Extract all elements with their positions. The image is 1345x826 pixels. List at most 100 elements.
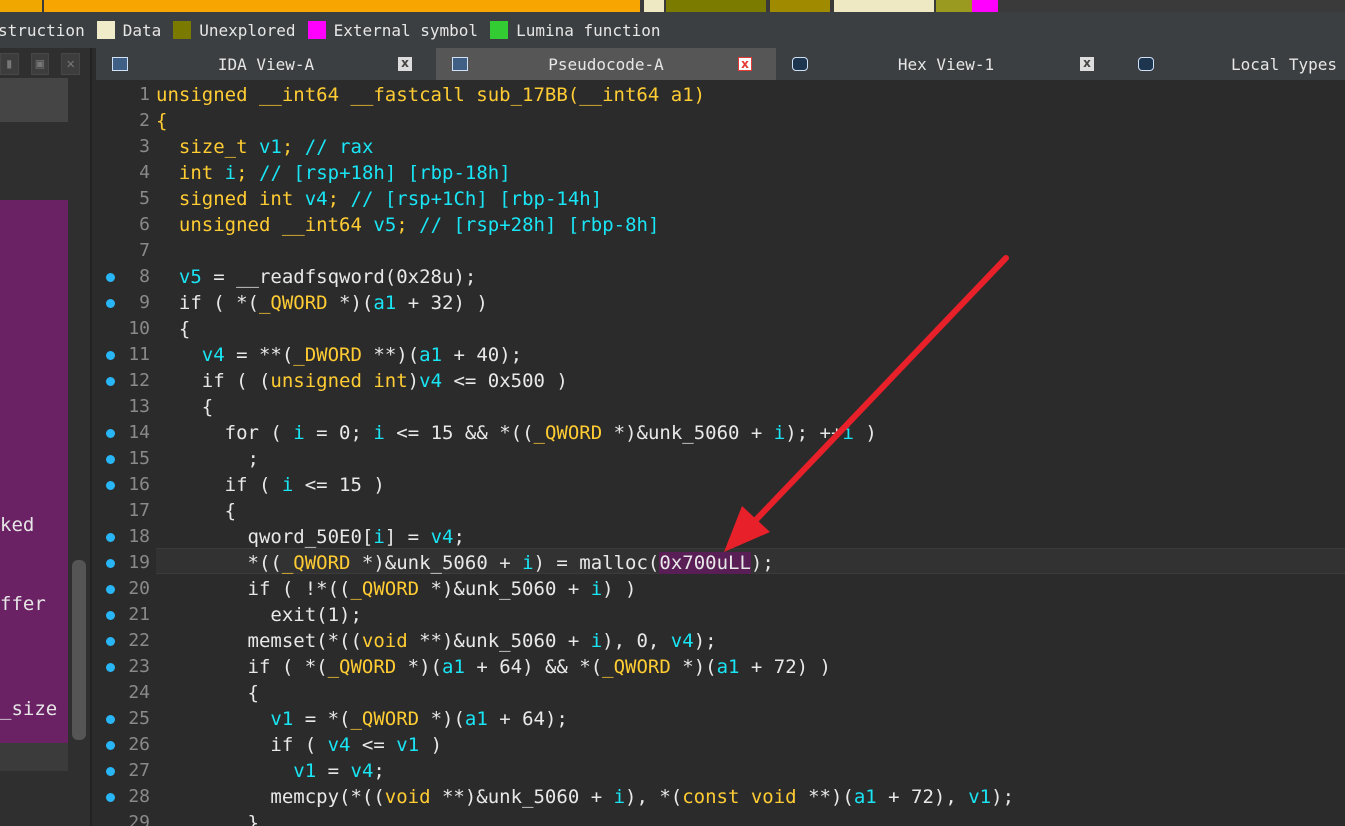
- tab-hex-view-1[interactable]: Hex View-1 x: [776, 48, 1116, 80]
- code-line[interactable]: 29 }: [96, 810, 1345, 826]
- left-list-item[interactable]: ked: [0, 514, 34, 536]
- left-toolbar: ▮ ▣ ✕: [0, 52, 90, 76]
- line-number: 7: [139, 240, 150, 261]
- code-line[interactable]: 7: [96, 238, 1345, 264]
- breakpoint-dot-icon[interactable]: [106, 715, 115, 724]
- left-list-item[interactable]: ffer: [0, 593, 46, 615]
- code-line[interactable]: 16 if ( i <= 15 ): [96, 472, 1345, 498]
- code-line[interactable]: 6 unsigned __int64 v5; // [rsp+28h] [rbp…: [96, 212, 1345, 238]
- line-number: 19: [128, 552, 150, 573]
- code-line[interactable]: 3 size_t v1; // rax: [96, 134, 1345, 160]
- breakpoint-dot-icon[interactable]: [106, 351, 115, 360]
- left-close-icon[interactable]: ✕: [61, 53, 81, 75]
- code-line[interactable]: 21 exit(1);: [96, 602, 1345, 628]
- code-line[interactable]: 26 if ( v4 <= v1 ): [96, 732, 1345, 758]
- line-number: 8: [139, 266, 150, 287]
- breakpoint-dot-icon[interactable]: [106, 741, 115, 750]
- line-number: 14: [128, 422, 150, 443]
- code-text: {: [156, 396, 214, 418]
- line-number: 18: [128, 526, 150, 547]
- line-number: 5: [139, 188, 150, 209]
- left-panel-button[interactable]: ▮: [0, 53, 19, 75]
- left-scrollbar-thumb[interactable]: [72, 560, 86, 740]
- legend-label: Unexplored: [199, 20, 296, 40]
- breakpoint-dot-icon[interactable]: [106, 481, 115, 490]
- code-line[interactable]: 19 *((_QWORD *)&unk_5060 + i) = malloc(0…: [96, 550, 1345, 576]
- code-line[interactable]: 2{: [96, 108, 1345, 134]
- breakpoint-dot-icon[interactable]: [106, 429, 115, 438]
- code-line[interactable]: 15 ;: [96, 446, 1345, 472]
- code-line[interactable]: 18 qword_50E0[i] = v4;: [96, 524, 1345, 550]
- code-text: unsigned __int64 v5; // [rsp+28h] [rbp-8…: [178, 214, 660, 236]
- code-text: if ( (unsigned int)v4 <= 0x500 ): [156, 370, 568, 392]
- breakpoint-dot-icon[interactable]: [106, 533, 115, 542]
- pseudocode-view[interactable]: 1 unsigned __int64 __fastcall sub_17BB(__…: [96, 80, 1345, 826]
- code-line[interactable]: 22 memset(*((void **)&unk_5060 + i), 0, …: [96, 628, 1345, 654]
- legend-swatch: [307, 21, 326, 39]
- tab-ida-view-a[interactable]: IDA View-A x: [96, 48, 436, 80]
- legend-bar: struction Data Unexplored External symbol Lu…: [0, 12, 1345, 48]
- code-line[interactable]: 27 v1 = v4;: [96, 758, 1345, 784]
- code-line[interactable]: 14 for ( i = 0; i <= 15 && *((_QWORD *)&…: [96, 420, 1345, 446]
- line-number: 13: [128, 396, 150, 417]
- code-line[interactable]: 13 {: [96, 394, 1345, 420]
- left-list-item[interactable]: _size: [0, 698, 57, 720]
- code-line[interactable]: 23 if ( *(_QWORD *)(a1 + 64) && *(_QWORD…: [96, 654, 1345, 680]
- legend-label: External symbol: [333, 20, 479, 40]
- code-text: {: [156, 682, 259, 704]
- code-text: *((_QWORD *)&unk_5060 + i) = malloc(0x70…: [156, 552, 774, 574]
- breakpoint-dot-icon[interactable]: [106, 637, 115, 646]
- close-icon[interactable]: x: [738, 57, 752, 71]
- breakpoint-dot-icon[interactable]: [106, 455, 115, 464]
- code-text: ;: [156, 448, 259, 470]
- tab-pseudocode-a[interactable]: Pseudocode-A x: [436, 48, 776, 80]
- code-line[interactable]: 8 v5 = __readfsqword(0x28u);: [96, 264, 1345, 290]
- code-line[interactable]: 11 v4 = **(_DWORD **)(a1 + 40);: [96, 342, 1345, 368]
- navigation-band[interactable]: [0, 0, 1345, 12]
- code-text: int i; // [rsp+18h] [rbp-18h]: [178, 162, 511, 184]
- legend-item: Lumina function: [490, 21, 661, 40]
- tab-local-types[interactable]: Local Types: [1116, 48, 1345, 80]
- code-line[interactable]: 9 if ( *(_QWORD *)(a1 + 32) ): [96, 290, 1345, 316]
- close-icon[interactable]: x: [398, 57, 412, 71]
- line-number: 25: [128, 708, 150, 729]
- local-types-icon: [1138, 57, 1154, 71]
- code-text: v4 = **(_DWORD **)(a1 + 40);: [201, 344, 523, 366]
- code-line[interactable]: 12 if ( (unsigned int)v4 <= 0x500 ): [96, 368, 1345, 394]
- code-line[interactable]: 1 unsigned __int64 __fastcall sub_17BB(__…: [96, 82, 1345, 108]
- breakpoint-dot-icon[interactable]: [106, 377, 115, 386]
- legend-swatch: [173, 21, 192, 39]
- code-line[interactable]: 4 int i; // [rsp+18h] [rbp-18h]: [96, 160, 1345, 186]
- breakpoint-dot-icon[interactable]: [106, 611, 115, 620]
- code-text: }: [156, 812, 259, 826]
- line-number: 3: [139, 136, 150, 157]
- code-line[interactable]: 25 v1 = *(_QWORD *)(a1 + 64);: [96, 706, 1345, 732]
- code-text: if ( *(_QWORD *)(a1 + 32) ): [156, 292, 488, 314]
- breakpoint-dot-icon[interactable]: [106, 793, 115, 802]
- close-icon[interactable]: x: [1080, 57, 1094, 71]
- breakpoint-dot-icon[interactable]: [106, 299, 115, 308]
- left-selected-row[interactable]: [0, 78, 68, 122]
- breakpoint-dot-icon[interactable]: [106, 273, 115, 282]
- breakpoint-dot-icon[interactable]: [106, 767, 115, 776]
- code-line[interactable]: 5 signed int v4; // [rsp+1Ch] [rbp-14h]: [96, 186, 1345, 212]
- code-line[interactable]: 20 if ( !*((_QWORD *)&unk_5060 + i) ): [96, 576, 1345, 602]
- line-number: 24: [128, 682, 150, 703]
- code-line[interactable]: 17 {: [96, 498, 1345, 524]
- line-number: 10: [128, 318, 150, 339]
- code-text: memcpy(*((void **)&unk_5060 + i), *(cons…: [156, 786, 1015, 808]
- code-text: signed int v4; // [rsp+1Ch] [rbp-14h]: [178, 188, 603, 210]
- code-line[interactable]: 24 {: [96, 680, 1345, 706]
- line-number: 4: [139, 162, 150, 183]
- legend-label: Data: [122, 20, 162, 40]
- line-number: 17: [128, 500, 150, 521]
- left-function-list[interactable]: [0, 200, 68, 755]
- code-text: v5 = __readfsqword(0x28u);: [178, 266, 477, 288]
- breakpoint-dot-icon[interactable]: [106, 585, 115, 594]
- legend-item: Data: [96, 20, 162, 40]
- code-line[interactable]: 28 memcpy(*((void **)&unk_5060 + i), *(c…: [96, 784, 1345, 810]
- code-line[interactable]: 10 {: [96, 316, 1345, 342]
- left-panel-button[interactable]: ▣: [30, 53, 50, 75]
- breakpoint-dot-icon[interactable]: [106, 663, 115, 672]
- breakpoint-dot-icon[interactable]: [106, 559, 115, 568]
